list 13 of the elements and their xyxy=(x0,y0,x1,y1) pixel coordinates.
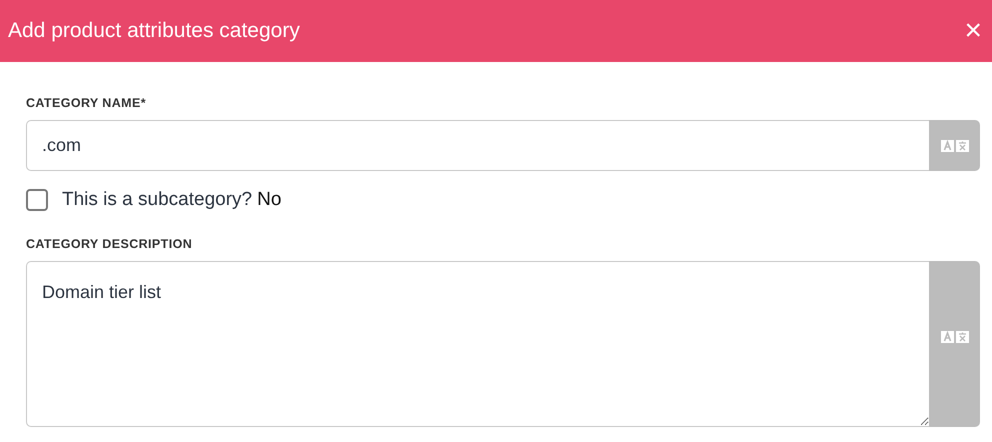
name-input-field[interactable]: .com xyxy=(26,120,929,171)
description-text-area[interactable]: Domain tier list xyxy=(26,261,929,427)
checkbox-label: This is a subcategory? xyxy=(62,189,252,211)
field-label: CATEGORY DESCRIPTION xyxy=(26,237,194,251)
translate-button[interactable] xyxy=(929,120,980,171)
translate-icon xyxy=(940,331,968,343)
translate-button[interactable] xyxy=(929,261,980,427)
dialog-title: Add product attributes category xyxy=(8,19,300,43)
checkbox-value: No xyxy=(257,189,282,211)
checkbox[interactable] xyxy=(26,189,48,211)
close-button[interactable]: × xyxy=(958,16,988,46)
translate-icon xyxy=(940,140,968,152)
field-label: CATEGORY NAME* xyxy=(26,96,147,110)
